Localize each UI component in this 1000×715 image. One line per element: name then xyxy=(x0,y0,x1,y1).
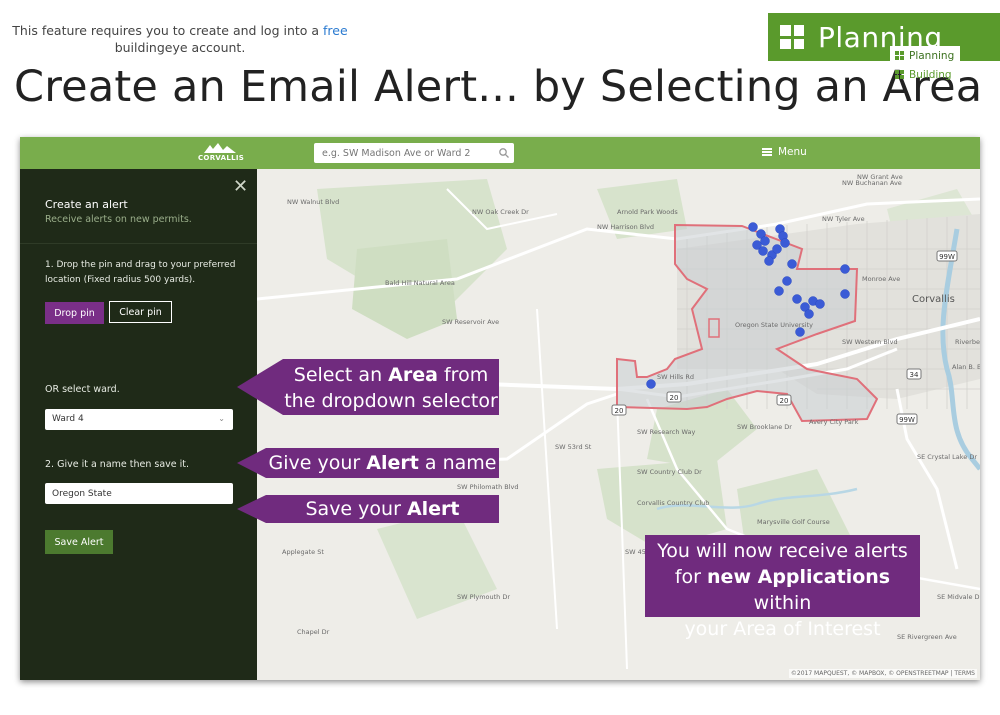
ward-label: OR select ward. xyxy=(45,384,120,395)
panel-subtitle: Receive alerts on new permits. xyxy=(45,214,192,225)
svg-text:Corvallis Country Club: Corvallis Country Club xyxy=(637,499,709,507)
svg-text:99W: 99W xyxy=(899,416,915,424)
svg-text:Marysville Golf Course: Marysville Golf Course xyxy=(757,518,830,526)
svg-text:SW Country Club Dr: SW Country Club Dr xyxy=(637,468,702,476)
svg-text:NW Tyler Ave: NW Tyler Ave xyxy=(822,215,865,223)
svg-text:34: 34 xyxy=(910,371,919,379)
svg-text:NW Oak Creek Dr: NW Oak Creek Dr xyxy=(472,208,529,216)
svg-text:SE Midvale Dr: SE Midvale Dr xyxy=(937,593,980,601)
save-alert-button[interactable]: Save Alert xyxy=(45,530,113,554)
svg-text:Oregon State University: Oregon State University xyxy=(735,321,813,329)
login-note-text: This feature requires you to create and … xyxy=(12,23,324,38)
layer-planning[interactable]: Planning xyxy=(890,46,960,65)
alert-panel: ✕ Create an alert Receive alerts on new … xyxy=(20,169,257,680)
search-input[interactable] xyxy=(314,143,514,163)
menu-button[interactable]: Menu xyxy=(762,146,807,158)
svg-text:20: 20 xyxy=(780,397,789,405)
svg-text:SW Reservoir Ave: SW Reservoir Ave xyxy=(442,318,499,326)
login-note: This feature requires you to create and … xyxy=(0,22,360,56)
login-note-text-2: buildingeye account. xyxy=(114,40,246,55)
svg-text:99W: 99W xyxy=(939,253,955,261)
divider xyxy=(20,243,257,244)
app-header: CORVALLIS Menu xyxy=(20,137,980,169)
svg-text:Monroe Ave: Monroe Ave xyxy=(862,275,900,283)
panel-title: Create an alert xyxy=(45,198,128,211)
close-icon[interactable]: ✕ xyxy=(233,176,248,197)
drop-pin-button[interactable]: Drop pin xyxy=(45,302,104,324)
svg-text:SW Research Way: SW Research Way xyxy=(637,428,695,436)
svg-text:20: 20 xyxy=(670,394,679,402)
free-link[interactable]: free xyxy=(323,23,348,38)
callout-name-alert: Give your Alert a name xyxy=(266,448,499,478)
map-attribution: ©2017 MAPQUEST, © MAPBOX, © OPENSTREETMA… xyxy=(788,669,977,678)
planning-badge: Planning xyxy=(768,13,1000,61)
svg-text:20: 20 xyxy=(615,407,624,415)
alert-name-input[interactable] xyxy=(45,483,233,504)
grid-icon xyxy=(895,51,904,60)
callout-save-alert: Save your Alert xyxy=(266,495,499,523)
svg-text:SW Plymouth Dr: SW Plymouth Dr xyxy=(457,593,510,601)
svg-text:Chapel Dr: Chapel Dr xyxy=(297,628,330,636)
svg-text:Avery City Park: Avery City Park xyxy=(809,418,859,426)
ward-selected-value: Ward 4 xyxy=(52,414,84,424)
menu-label: Menu xyxy=(778,146,807,158)
svg-text:NW Grant Ave: NW Grant Ave xyxy=(857,173,903,181)
search-icon[interactable] xyxy=(498,147,510,159)
corvallis-logo[interactable]: CORVALLIS xyxy=(198,141,245,165)
svg-text:SE Crystal Lake Dr: SE Crystal Lake Dr xyxy=(917,453,977,461)
svg-text:NW Walnut Blvd: NW Walnut Blvd xyxy=(287,198,339,206)
layer-label: Planning xyxy=(909,49,955,62)
layer-menu: Planning Building xyxy=(890,46,960,84)
callout-arrow xyxy=(237,359,283,415)
step1-instructions: 1. Drop the pin and drag to your preferr… xyxy=(45,260,236,285)
ward-select[interactable]: Ward 4 ⌄ xyxy=(45,409,233,430)
grid-icon xyxy=(780,25,804,49)
callout-arrow xyxy=(237,495,266,523)
logo-text: CORVALLIS xyxy=(198,154,245,162)
svg-text:Corvallis: Corvallis xyxy=(912,294,955,305)
svg-text:Applegate St: Applegate St xyxy=(282,548,324,556)
hamburger-icon xyxy=(762,148,772,156)
grid-icon xyxy=(895,70,904,79)
layer-label: Building xyxy=(909,68,952,81)
svg-text:SW Hills Rd: SW Hills Rd xyxy=(657,373,694,381)
callout-receive-alerts: You will now receive alerts for new Appli… xyxy=(645,535,920,640)
svg-text:Bald Hill Natural Area: Bald Hill Natural Area xyxy=(385,279,455,287)
callout-select-area: Select an Area from the dropdown selector xyxy=(283,359,499,415)
layer-building[interactable]: Building xyxy=(890,65,960,84)
clear-pin-button[interactable]: Clear pin xyxy=(109,301,172,323)
svg-text:Alan B. Be: Alan B. Be xyxy=(952,363,980,371)
svg-text:SW 53rd St: SW 53rd St xyxy=(555,443,592,451)
page-title: Create an Email Alert... by Selecting an… xyxy=(14,62,983,112)
svg-text:SW Western Blvd: SW Western Blvd xyxy=(842,338,898,346)
svg-text:SW Philomath Blvd: SW Philomath Blvd xyxy=(457,483,519,491)
svg-text:Arnold Park Woods: Arnold Park Woods xyxy=(617,208,678,216)
chevron-down-icon: ⌄ xyxy=(218,414,225,423)
svg-text:SW Brooklane Dr: SW Brooklane Dr xyxy=(737,423,792,431)
svg-text:NW Harrison Blvd: NW Harrison Blvd xyxy=(597,223,654,231)
step2-instructions: 2. Give it a name then save it. xyxy=(45,459,190,470)
callout-arrow xyxy=(237,448,266,478)
svg-text:Riverbend: Riverbend xyxy=(955,338,980,346)
